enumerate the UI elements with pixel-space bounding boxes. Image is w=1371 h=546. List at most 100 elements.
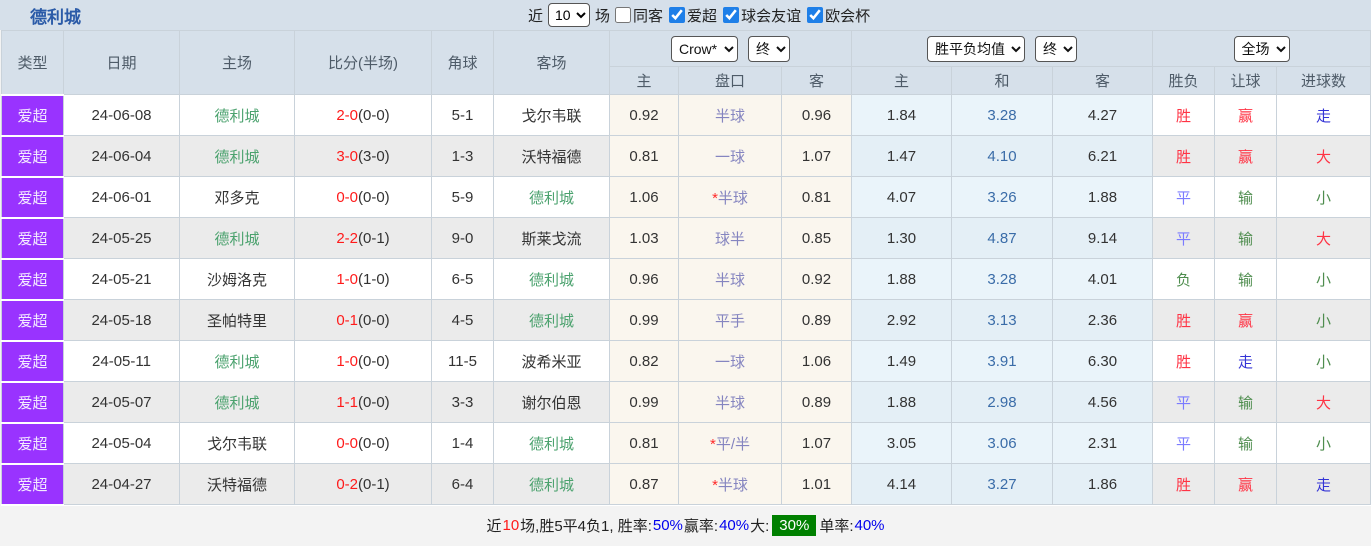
result-goals: 大 xyxy=(1276,135,1371,177)
handicap-label: 一球 xyxy=(714,148,745,166)
checkbox-label: 欧会杯 xyxy=(825,7,871,25)
score-cell: 1-0(0-0) xyxy=(294,340,432,382)
match-date: 24-04-27 xyxy=(63,463,180,505)
fulltime-score: 1-1 xyxy=(336,393,358,411)
fulltime-score: 2-0 xyxy=(336,106,358,124)
games-label: 场 xyxy=(595,7,611,25)
top-filter-bar: 德利城 近 10 场 同客 爱超 球会友谊 欧会杯 xyxy=(0,0,1371,30)
league-badge: 爱超 xyxy=(1,421,64,465)
summary-segment: 30% xyxy=(772,515,817,536)
checkbox-label: 同客 xyxy=(633,7,664,25)
col-header-score: 比分(半场) xyxy=(294,30,432,95)
avg-away: 9.14 xyxy=(1051,217,1154,259)
odds-away: 0.89 xyxy=(781,299,852,341)
handicap-cell: 平手 xyxy=(678,299,782,341)
corner-score: 5-9 xyxy=(431,176,494,218)
halftime-score: (0-0) xyxy=(358,311,390,329)
bookmaker-state-select[interactable]: 终 xyxy=(748,35,790,62)
filter-checkbox-球会友谊[interactable]: 球会友谊 xyxy=(723,5,801,26)
avg-draw: 3.26 xyxy=(951,176,1053,218)
handicap-cell: 半球 xyxy=(678,381,782,423)
result-handicap: 输 xyxy=(1214,381,1278,423)
table-row: 爱超 24-06-08 德利城 2-0(0-0) 5-1 戈尔韦联 0.92 半… xyxy=(1,93,1371,137)
corner-score: 1-3 xyxy=(431,135,494,177)
handicap-label: 半球 xyxy=(714,271,745,289)
league-filter-checkboxes: 同客 爱超 球会友谊 欧会杯 xyxy=(615,5,870,26)
subheader-goals: 进球数 xyxy=(1276,66,1371,95)
fulltime-score: 0-1 xyxy=(336,311,358,329)
handicap-label: 平手 xyxy=(714,312,745,330)
subheader-odds-away: 客 xyxy=(781,66,852,95)
home-team: 德利城 xyxy=(179,217,295,259)
odds-home: 1.06 xyxy=(609,176,679,218)
result-goals: 走 xyxy=(1276,94,1371,136)
handicap-label: 半球 xyxy=(714,394,745,412)
filter-checkbox-爱超[interactable]: 爱超 xyxy=(669,5,717,26)
checkbox-input[interactable] xyxy=(807,7,824,23)
match-date: 24-05-04 xyxy=(63,422,180,464)
handicap-cell: *平/半 xyxy=(678,422,782,464)
checkbox-input[interactable] xyxy=(615,7,632,23)
handicap-label: 球半 xyxy=(714,230,745,248)
result-handicap: 赢 xyxy=(1214,299,1278,341)
filter-checkbox-同客[interactable]: 同客 xyxy=(615,5,663,26)
score-cell: 0-2(0-1) xyxy=(294,463,432,505)
score-cell: 1-1(0-0) xyxy=(294,381,432,423)
avg-state-select[interactable]: 终 xyxy=(1035,35,1077,62)
handicap-cell: 一球 xyxy=(678,340,782,382)
halftime-score: (0-0) xyxy=(358,434,390,452)
result-winlose: 胜 xyxy=(1152,135,1216,177)
halftime-score: (1-0) xyxy=(358,270,390,288)
avg-home: 1.49 xyxy=(851,340,952,382)
avg-away: 4.56 xyxy=(1051,381,1154,423)
home-team: 戈尔韦联 xyxy=(179,422,295,464)
away-team: 沃特福德 xyxy=(493,135,610,177)
handicap-cell: *半球 xyxy=(678,176,782,218)
scope-select[interactable]: 全场 xyxy=(1233,35,1290,62)
result-goals: 小 xyxy=(1276,299,1371,341)
table-row: 爱超 24-05-07 德利城 1-1(0-0) 3-3 谢尔伯恩 0.99 半… xyxy=(1,380,1371,424)
avg-draw: 4.87 xyxy=(951,217,1053,259)
odds-home: 0.92 xyxy=(609,94,679,136)
corner-score: 6-4 xyxy=(431,463,494,505)
filter-controls: 近 10 场 同客 爱超 球会友谊 欧会杯 xyxy=(528,0,870,30)
league-badge: 爱超 xyxy=(1,175,64,219)
odds-home: 0.81 xyxy=(609,135,679,177)
avg-away: 6.21 xyxy=(1051,135,1154,177)
result-goals: 大 xyxy=(1276,381,1371,423)
avg-draw: 4.10 xyxy=(951,135,1053,177)
col-header-away: 客场 xyxy=(493,30,610,95)
avg-type-select[interactable]: 胜平负均值 xyxy=(927,35,1025,62)
subheader-handicap: 盘口 xyxy=(678,66,782,95)
odds-away: 0.96 xyxy=(781,94,852,136)
result-goals: 大 xyxy=(1276,217,1371,259)
match-date: 24-05-11 xyxy=(63,340,180,382)
filter-checkbox-欧会杯[interactable]: 欧会杯 xyxy=(807,5,870,26)
summary-segment: 大: xyxy=(750,518,770,535)
checkbox-input[interactable] xyxy=(669,7,686,23)
bookmaker-select[interactable]: Crow* xyxy=(671,35,738,62)
result-goals: 小 xyxy=(1276,340,1371,382)
avg-dropdown-group: 胜平负均值 终 xyxy=(850,30,1154,67)
handicap-cell: 球半 xyxy=(678,217,782,259)
subheader-result: 胜负 xyxy=(1152,66,1216,95)
handicap-label: 半球 xyxy=(717,476,748,494)
table-row: 爱超 24-05-25 德利城 2-2(0-1) 9-0 斯莱戈流 1.03 球… xyxy=(1,216,1371,260)
home-team: 德利城 xyxy=(179,135,295,177)
checkbox-input[interactable] xyxy=(723,7,740,23)
handicap-label: 一球 xyxy=(714,353,745,371)
subheader-avg-home: 主 xyxy=(851,66,952,95)
away-team: 德利城 xyxy=(493,463,610,505)
odds-home: 0.82 xyxy=(609,340,679,382)
handicap-cell: *半球 xyxy=(678,463,782,505)
avg-away: 1.88 xyxy=(1051,176,1154,218)
avg-home: 1.84 xyxy=(851,94,952,136)
league-badge: 爱超 xyxy=(1,216,64,260)
avg-away: 1.86 xyxy=(1051,463,1154,505)
summary-segment: 单率: xyxy=(819,518,854,535)
avg-draw: 3.91 xyxy=(951,340,1053,382)
match-date: 24-06-08 xyxy=(63,94,180,136)
avg-home: 4.07 xyxy=(851,176,952,218)
recent-count-select[interactable]: 10 xyxy=(548,3,591,27)
halftime-score: (0-0) xyxy=(358,106,390,124)
